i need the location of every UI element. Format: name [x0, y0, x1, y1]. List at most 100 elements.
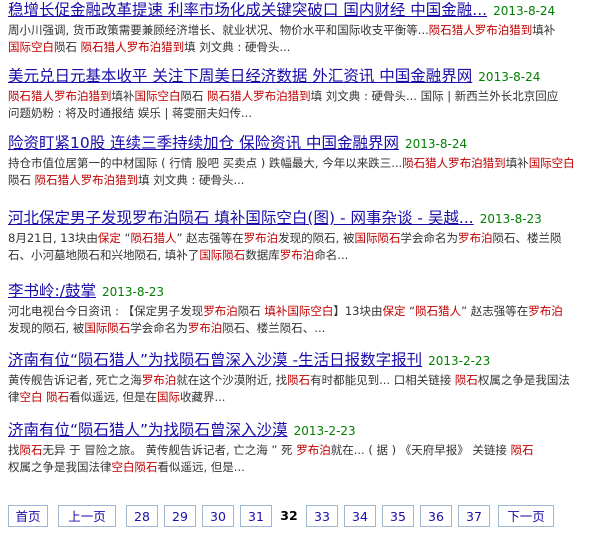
search-result: 济南有位“陨石猎人”为找陨石曾深入沙漠 -生活日报数字报刊 2013-2-23 黄传… — [8, 350, 606, 406]
keyword-highlight: 陨石猎人 — [415, 304, 462, 318]
snippet-text: 河北电视台今日资讯 : 【保定男子发现 — [8, 304, 204, 318]
keyword-highlight: 国际陨石 — [84, 321, 131, 335]
snippet-line: 8月21日, 13块由保定 “陨石猎人” 赵志强等在罗布泊发现的陨石, 被国际陨… — [8, 230, 606, 247]
keyword-highlight: 保定 — [97, 231, 121, 245]
result-snippet: 河北电视台今日资讯 : 【保定男子发现罗布泊陨石 填补国际空白】13块由保定 “… — [8, 303, 606, 337]
snippet-line: 黄传舰告诉记者, 死亡之海罗布泊就在这个沙漠附近, 找陨石有时都能见到... 口… — [8, 372, 606, 389]
keyword-highlight: 罗布泊 — [203, 304, 238, 318]
snippet-text: ” 赵志强等在 — [176, 231, 244, 245]
keyword-highlight: 填补国际空白 — [264, 304, 334, 318]
page-35-button[interactable]: 35 — [382, 505, 414, 527]
keyword-highlight: 国际 — [156, 390, 180, 404]
search-result: 李书岭:/鼓掌 2013-8-23 河北电视台今日资讯 : 【保定男子发现罗布泊陨石… — [8, 281, 606, 337]
result-date: 2013-8-23 — [101, 285, 165, 299]
keyword-highlight: 国际空白 — [8, 40, 54, 54]
page-33-button[interactable]: 33 — [306, 505, 338, 527]
result-date: 2013-8-24 — [405, 137, 468, 151]
page-34-button[interactable]: 34 — [344, 505, 376, 527]
snippet-text: 】13块由 — [333, 304, 383, 318]
snippet-text: 周小川强调, 货币政策需要兼顾经济增长、就业状况、物价水平和国际收支平衡等... — [8, 23, 429, 37]
next-page-button[interactable]: 下一页 — [498, 505, 554, 527]
snippet-text: 律 — [8, 390, 20, 404]
snippet-text: 陨石、楼兰陨石、... — [222, 321, 326, 335]
page-31-button[interactable]: 31 — [240, 505, 272, 527]
snippet-line: 权属之争是我国法律空白陨石看似遥远, 但是... — [8, 459, 606, 476]
page-30-button[interactable]: 30 — [202, 505, 234, 527]
page-37-button[interactable]: 37 — [458, 505, 490, 527]
keyword-highlight: 陨石 — [454, 373, 478, 387]
snippet-text: 数据库 — [245, 248, 280, 262]
snippet-text: 无异 于 冒险之旅。 黄传舰告诉记者, 亡之海 ” 死 — [42, 443, 297, 457]
page-29-button[interactable]: 29 — [164, 505, 196, 527]
search-result: 稳增长促金融改革提速 利率市场化成关键突破口 国内财经 中国金融... 2013-… — [8, 0, 606, 56]
snippet-text: 有时都能见到... 口相关链接 — [310, 373, 455, 387]
snippet-text: 看似遥远, 但是... — [157, 460, 245, 474]
keyword-highlight: 保定 — [382, 304, 406, 318]
snippet-line: 找陨石无异 于 冒险之旅。 黄传舰告诉记者, 亡之海 ” 死 罗布泊就在... … — [8, 442, 606, 459]
result-title-link[interactable]: 河北保定男子发现罗布泊陨石 填补国际空白(图) - 网事杂谈 - 吴越... — [8, 209, 474, 227]
snippet-text: 发现的陨石, 被 — [8, 321, 85, 335]
keyword-highlight: 陨石猎人 — [130, 231, 177, 245]
result-date: 2013-8-23 — [479, 212, 542, 226]
snippet-text: 陨石 — [8, 173, 35, 187]
keyword-highlight: 陨石 — [287, 373, 311, 387]
result-title-line: 险资盯紧10股 连续三季持续加仓 保险资讯 中国金融界网 2013-8-24 — [8, 133, 606, 154]
snippet-text: 填 刘文典 : 硬骨头... — [138, 173, 245, 187]
page-36-button[interactable]: 36 — [420, 505, 452, 527]
result-snippet: 陨石猎人罗布泊猎到填补国际空白陨石 陨石猎人罗布泊猎到填 刘文典 : 硬骨头..… — [8, 88, 606, 122]
snippet-line: 持仓市值位居第一的中材国际 ( 行情 股吧 买卖点 ) 跌幅最大, 今年以来跌三… — [8, 155, 606, 172]
keyword-highlight: 陨石猎人罗布泊猎到 — [8, 89, 112, 103]
snippet-line: 周小川强调, 货币政策需要兼顾经济增长、就业状况、物价水平和国际收支平衡等...… — [8, 22, 606, 39]
result-date: 2013-2-23 — [428, 354, 491, 368]
keyword-highlight: 陨石 — [19, 443, 43, 457]
snippet-text: 持仓市值位居第一的中材国际 ( 行情 股吧 买卖点 ) 跌幅最大, 今年以来跌三… — [8, 156, 403, 170]
snippet-text: 陨石、楼兰陨 — [492, 231, 562, 245]
snippet-text: 看似遥远, 但是在 — [69, 390, 157, 404]
result-title-link[interactable]: 稳增长促金融改革提速 利率市场化成关键突破口 国内财经 中国金融... — [8, 1, 487, 19]
result-title-link[interactable]: 李书岭:/鼓掌 — [8, 282, 96, 300]
keyword-highlight: 空白 — [111, 460, 135, 474]
snippet-text: 填 刘文典 : 硬骨头... 国际 | 新西兰外长北京回应 — [310, 89, 559, 103]
snippet-text: 陨石 — [237, 304, 265, 318]
result-snippet: 8月21日, 13块由保定 “陨石猎人” 赵志强等在罗布泊发现的陨石, 被国际陨… — [8, 230, 606, 264]
keyword-highlight: 陨石猎人罗布泊猎到 — [34, 173, 139, 187]
keyword-highlight: 罗布泊 — [296, 443, 331, 457]
snippet-text: 命名... — [314, 248, 349, 262]
snippet-text: ” 赵志强等在 — [461, 304, 529, 318]
result-snippet: 找陨石无异 于 冒险之旅。 黄传舰告诉记者, 亡之海 ” 死 罗布泊就在... … — [8, 442, 606, 476]
snippet-text: 填补 — [532, 23, 556, 37]
result-title-line: 济南有位“陨石猎人”为找陨石曾深入沙漠 2013-2-23 — [8, 420, 606, 441]
page-28-button[interactable]: 28 — [126, 505, 158, 527]
snippet-text: 权属之争是我国法 — [477, 373, 570, 387]
result-title-line: 稳增长促金融改革提速 利率市场化成关键突破口 国内财经 中国金融... 2013-… — [8, 0, 606, 21]
keyword-highlight: 国际空白 — [528, 156, 575, 170]
keyword-highlight: 国际空白 — [134, 89, 181, 103]
snippet-text: 8月21日, 13块由 — [8, 231, 98, 245]
result-title-link[interactable]: 济南有位“陨石猎人”为找陨石曾深入沙漠 -生活日报数字报刊 — [8, 351, 422, 369]
result-title-link[interactable]: 济南有位“陨石猎人”为找陨石曾深入沙漠 — [8, 421, 288, 439]
result-title-line: 济南有位“陨石猎人”为找陨石曾深入沙漠 -生活日报数字报刊 2013-2-23 — [8, 350, 606, 371]
result-title-link[interactable]: 美元兑日元基本收平 关注下周美日经济数据 外汇资讯 中国金融界网 — [8, 67, 472, 85]
keyword-highlight: 罗布泊 — [279, 248, 315, 262]
snippet-line: 陨石 陨石猎人罗布泊猎到填 刘文典 : 硬骨头... — [8, 172, 606, 189]
snippet-text: “ — [405, 304, 416, 318]
snippet-text: 收藏界... — [179, 390, 226, 404]
keyword-highlight: 陨石猎人罗布泊猎到 — [428, 23, 533, 37]
keyword-highlight: 国际陨石 — [354, 231, 401, 245]
search-result: 河北保定男子发现罗布泊陨石 填补国际空白(图) - 网事杂谈 - 吴越... 20… — [8, 208, 606, 264]
snippet-text: 找 — [8, 443, 20, 457]
snippet-text: 就在... ( 据 ) 《天府早报》 关链接 — [330, 443, 511, 457]
keyword-highlight: 国际陨石 — [199, 248, 246, 262]
result-snippet: 周小川强调, 货币政策需要兼顾经济增长、就业状况、物价水平和国际收支平衡等...… — [8, 22, 606, 56]
prev-page-button[interactable]: 上一页 — [58, 505, 116, 527]
snippet-text: 黄传舰告诉记者, 死亡之海 — [8, 373, 142, 387]
keyword-highlight: 罗布泊 — [243, 231, 279, 245]
keyword-highlight: 陨石猎人罗布泊猎到 — [80, 40, 185, 54]
snippet-text: 学会命名为 — [130, 321, 188, 335]
keyword-highlight: 罗布泊 — [187, 321, 223, 335]
keyword-highlight: 陨石 — [46, 390, 70, 404]
result-title-link[interactable]: 险资盯紧10股 连续三季持续加仓 保险资讯 中国金融界网 — [8, 134, 399, 152]
snippet-line: 国际空白陨石 陨石猎人罗布泊猎到填 刘文典 : 硬骨头... — [8, 39, 606, 56]
result-date: 2013-8-24 — [493, 4, 556, 18]
first-page-button[interactable]: 首页 — [8, 505, 48, 527]
